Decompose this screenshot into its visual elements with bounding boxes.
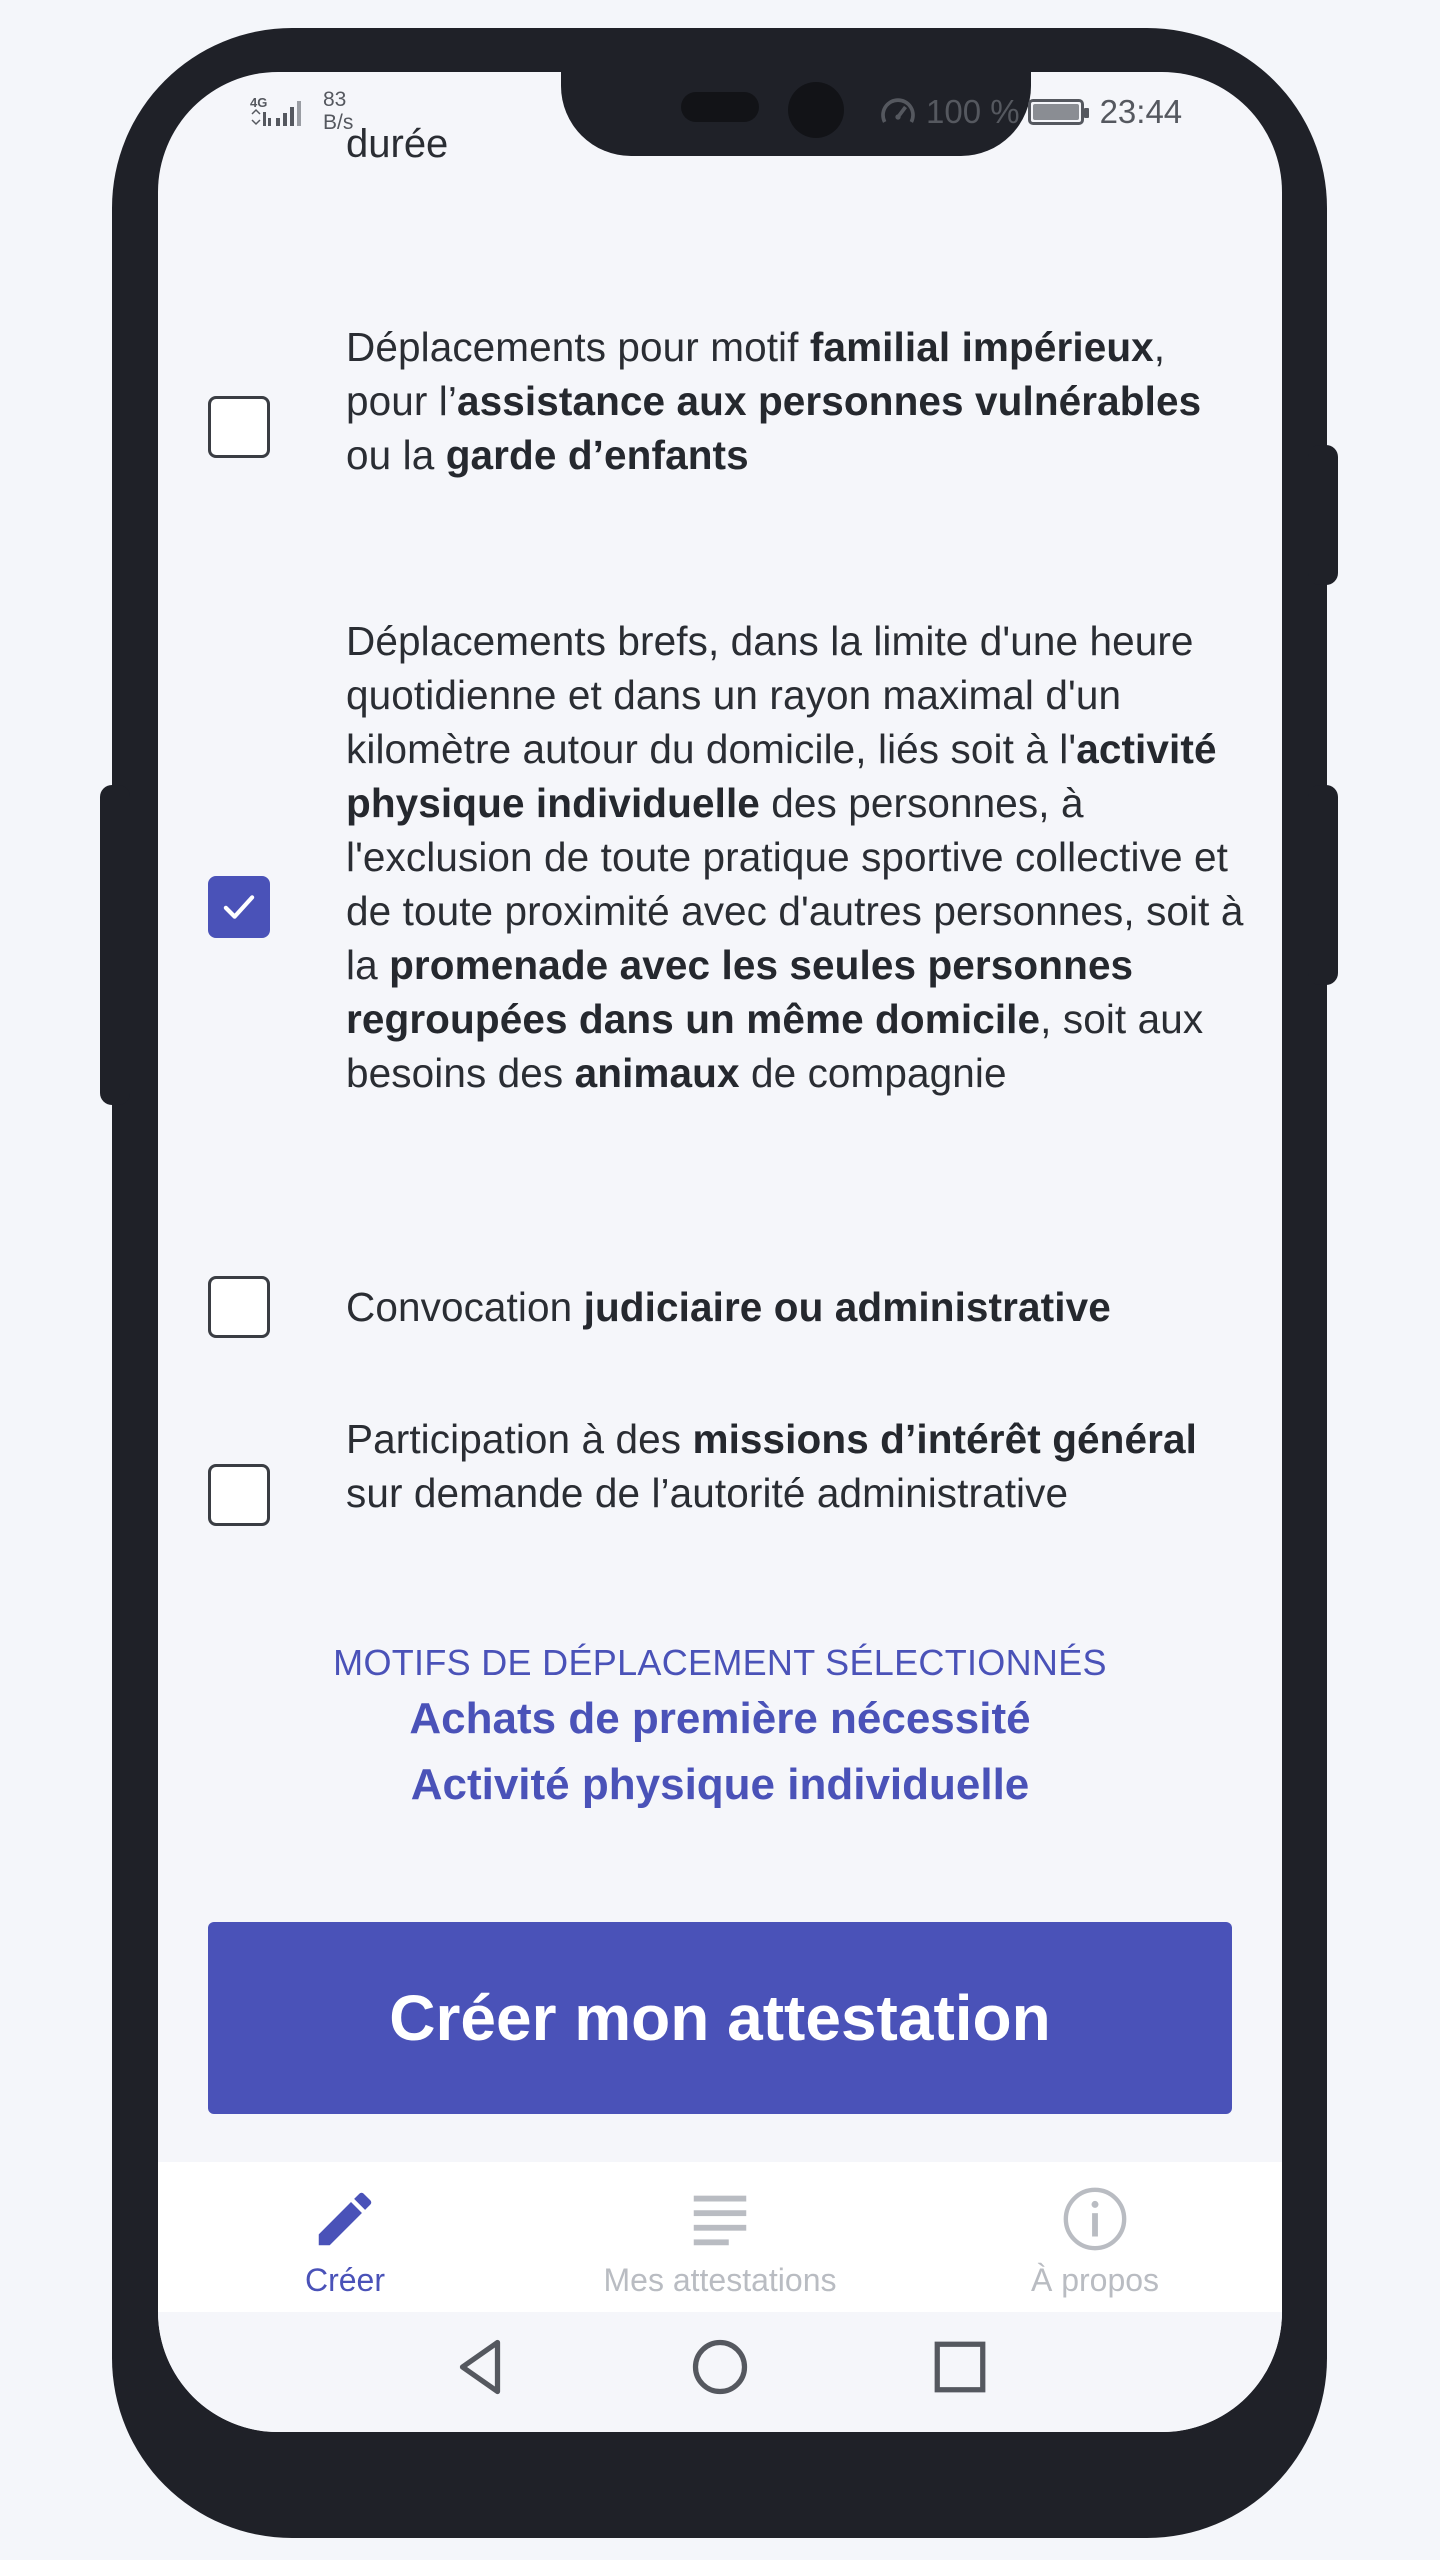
motif-checkbox[interactable]	[208, 396, 270, 458]
nav-item-label: Créer	[304, 2262, 385, 2298]
motif-missions[interactable]: Participation à des missions d’intérêt g…	[208, 1362, 1238, 1592]
motif-label-text: de compagnie	[739, 1050, 1007, 1096]
nav-item-creer[interactable]: Créer	[195, 2184, 495, 2299]
motif-label-text: Déplacements pour motif	[346, 324, 810, 370]
nav-item-mes-attestations[interactable]: Mes attestations	[570, 2184, 870, 2299]
phone-power-button	[1308, 445, 1338, 585]
network-type-label: 4G	[250, 95, 267, 110]
clock: 23:44	[1099, 93, 1183, 130]
motif-checkbox[interactable]	[208, 1464, 270, 1526]
motif-label-text: Participation à des	[346, 1416, 693, 1462]
battery-icon	[1027, 99, 1089, 125]
motif-label-text: sur demande de l’autorité administrative	[346, 1470, 1069, 1516]
back-icon[interactable]	[445, 2332, 515, 2402]
motif-convocation[interactable]: Convocation judiciaire ou administrative	[208, 1222, 1238, 1352]
motif-label-bold: familial impérieux	[809, 324, 1154, 370]
network-speed: 83 B/s	[323, 88, 353, 134]
motif-label: Déplacements brefs, dans la limite d'une…	[346, 614, 1246, 1100]
status-bar: 4G 83 B/s 100 % 23:44	[158, 72, 1282, 162]
speedometer-icon	[881, 98, 915, 123]
phone-screen: durée Déplacements pour motif familial i…	[158, 72, 1282, 2432]
motif-label-bold: judiciaire ou administrative	[583, 1284, 1111, 1330]
motif-label-text: ou la	[346, 432, 446, 478]
nav-item-a-propos[interactable]: À propos	[945, 2184, 1245, 2299]
motif-label-bold: animaux	[574, 1050, 740, 1096]
motif-checkbox[interactable]	[208, 876, 270, 938]
check-icon	[223, 895, 255, 919]
motif-label: Participation à des missions d’intérêt g…	[346, 1412, 1246, 1520]
signal-icon: 4G	[250, 95, 301, 126]
status-right: 100 % 23:44	[878, 92, 1182, 132]
motif-label: Convocation judiciaire ou administrative	[346, 1280, 1246, 1334]
motif-label-bold: assistance aux personnes vulnérables	[457, 378, 1202, 424]
motif-activite-physique[interactable]: Déplacements brefs, dans la limite d'une…	[208, 542, 1243, 1222]
motif-label-text: Déplacements brefs, dans la limite d'une…	[346, 618, 1194, 772]
pencil-icon	[318, 2192, 372, 2246]
selected-motif-item: Achats de première nécessité	[409, 1694, 1031, 1743]
phone-side-button	[100, 785, 130, 1105]
info-icon	[1063, 2187, 1127, 2251]
network-speed-value: 83	[323, 88, 347, 111]
scroll-content[interactable]: durée Déplacements pour motif familial i…	[158, 72, 1282, 2162]
system-navigation-bar	[158, 2312, 1282, 2432]
nav-item-label: Mes attestations	[603, 2262, 837, 2298]
network-speed-unit: B/s	[323, 111, 354, 134]
bottom-navigation: Créer Mes attestations À propos	[158, 2162, 1282, 2312]
phone-volume-button	[1308, 785, 1338, 985]
battery-percent: 100 %	[926, 93, 1020, 130]
selected-motif-item: Activité physique individuelle	[410, 1760, 1030, 1809]
create-attestation-button[interactable]: Créer mon attestation	[208, 1922, 1232, 2114]
motif-label-bold: garde d’enfants	[445, 432, 749, 478]
motif-familial[interactable]: Déplacements pour motif familial impérie…	[208, 248, 1238, 478]
recents-icon[interactable]	[925, 2332, 995, 2402]
motif-checkbox[interactable]	[208, 1276, 270, 1338]
nav-item-label: À propos	[1030, 2262, 1160, 2298]
home-icon[interactable]	[685, 2332, 755, 2402]
motif-label-bold: missions d’intérêt général	[692, 1416, 1197, 1462]
motif-label-bold: promenade avec les seules personnes regr…	[346, 942, 1134, 1042]
motif-label: Déplacements pour motif familial impérie…	[346, 320, 1246, 482]
list-icon	[693, 2195, 747, 2246]
selected-motifs-title: MOTIFS DE DÉPLACEMENT SÉLECTIONNÉS	[333, 1642, 1107, 1683]
motif-label-text: Convocation	[346, 1284, 584, 1330]
